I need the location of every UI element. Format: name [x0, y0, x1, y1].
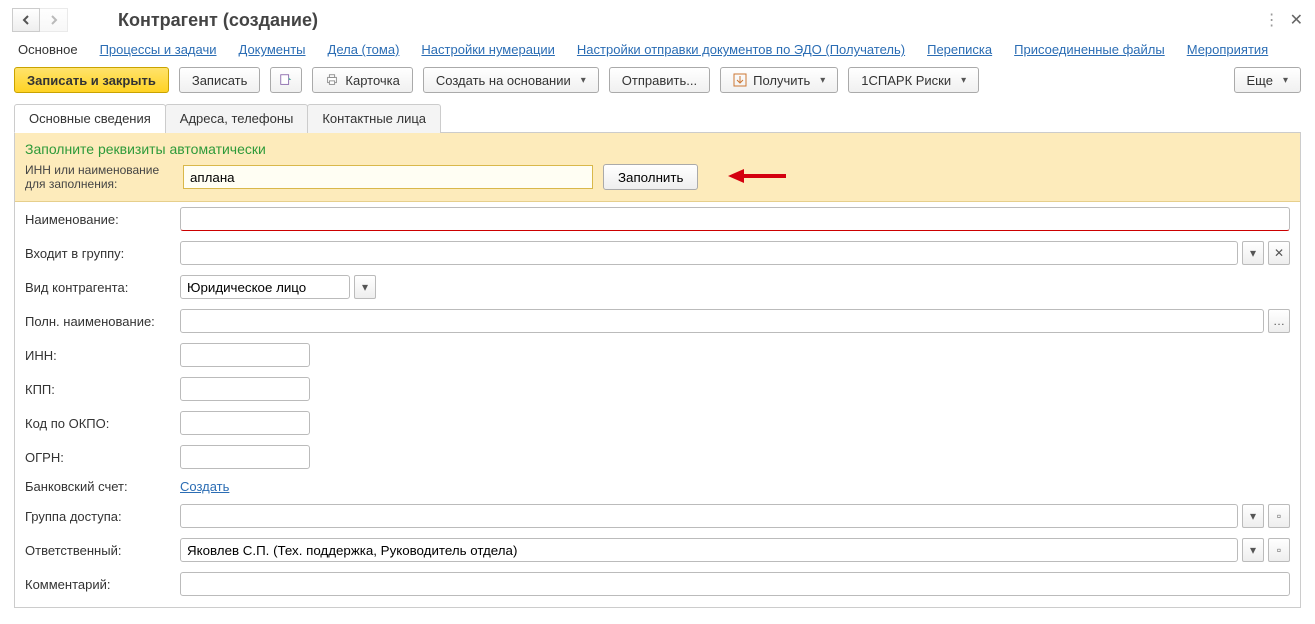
okpo-input[interactable]: [180, 411, 310, 435]
group-dropdown-button[interactable]: ▾: [1242, 241, 1264, 265]
autofill-title: Заполните реквизиты автоматически: [25, 141, 1290, 157]
nav-link-cases[interactable]: Дела (тома): [328, 42, 400, 57]
group-clear-button[interactable]: ✕: [1268, 241, 1290, 265]
toolbar: Записать и закрыть Записать Карточка Соз…: [0, 67, 1315, 103]
bank-create-link[interactable]: Создать: [180, 479, 229, 494]
nav-link-attachments[interactable]: Присоединенные файлы: [1014, 42, 1165, 57]
label-kpp: КПП:: [25, 382, 180, 397]
page-title: Контрагент (создание): [118, 10, 318, 31]
nav-link-events[interactable]: Мероприятия: [1187, 42, 1269, 57]
label-group: Входит в группу:: [25, 246, 180, 261]
fullname-input[interactable]: [180, 309, 1264, 333]
access-dropdown-button[interactable]: ▾: [1242, 504, 1264, 528]
tab-main[interactable]: Основные сведения: [14, 104, 166, 133]
card-button[interactable]: Карточка: [312, 67, 412, 93]
label-okpo: Код по ОКПО:: [25, 416, 180, 431]
label-type: Вид контрагента:: [25, 280, 180, 295]
nav-link-numbering[interactable]: Настройки нумерации: [421, 42, 555, 57]
nav-link-edo[interactable]: Настройки отправки документов по ЭДО (По…: [577, 42, 905, 57]
responsible-open-button[interactable]: ▫: [1268, 538, 1290, 562]
label-responsible: Ответственный:: [25, 543, 180, 558]
comment-input[interactable]: [180, 572, 1290, 596]
tab-content: Заполните реквизиты автоматически ИНН ил…: [14, 133, 1301, 608]
send-button[interactable]: Отправить...: [609, 67, 710, 93]
red-arrow-icon: [728, 167, 788, 188]
kpp-input[interactable]: [180, 377, 310, 401]
label-access: Группа доступа:: [25, 509, 180, 524]
label-name: Наименование:: [25, 212, 180, 227]
save-close-button[interactable]: Записать и закрыть: [14, 67, 169, 93]
spark-button[interactable]: 1СПАРК Риски▾: [848, 67, 979, 93]
label-bank: Банковский счет:: [25, 479, 180, 494]
back-button[interactable]: [12, 8, 40, 32]
create-based-button[interactable]: Создать на основании▾: [423, 67, 599, 93]
autofill-panel: Заполните реквизиты автоматически ИНН ил…: [15, 133, 1300, 202]
type-input[interactable]: [180, 275, 350, 299]
access-open-button[interactable]: ▫: [1268, 504, 1290, 528]
label-inn: ИНН:: [25, 348, 180, 363]
tabs: Основные сведения Адреса, телефоны Конта…: [14, 103, 1301, 133]
label-comment: Комментарий:: [25, 577, 180, 592]
close-icon[interactable]: ✕: [1290, 10, 1303, 30]
tab-addresses[interactable]: Адреса, телефоны: [165, 104, 309, 133]
name-input[interactable]: [180, 207, 1290, 231]
nav-link-documents[interactable]: Документы: [239, 42, 306, 57]
tab-contacts[interactable]: Контактные лица: [307, 104, 441, 133]
autofill-button[interactable]: Заполнить: [603, 164, 698, 190]
forward-button[interactable]: [40, 8, 68, 32]
access-input[interactable]: [180, 504, 1238, 528]
more-button[interactable]: Еще▾: [1234, 67, 1301, 93]
nav-current[interactable]: Основное: [18, 42, 78, 57]
label-ogrn: ОГРН:: [25, 450, 180, 465]
receive-button[interactable]: Получить▾: [720, 67, 838, 93]
printer-icon: [325, 73, 339, 87]
autofill-label: ИНН или наименование для заполнения:: [25, 163, 173, 191]
save-button[interactable]: Записать: [179, 67, 261, 93]
inn-input[interactable]: [180, 343, 310, 367]
autofill-input[interactable]: [183, 165, 593, 189]
nav-link-correspondence[interactable]: Переписка: [927, 42, 992, 57]
kebab-menu-icon[interactable]: ⋮: [1264, 10, 1280, 30]
receive-icon: [733, 73, 747, 87]
group-input[interactable]: [180, 241, 1238, 265]
responsible-input[interactable]: [180, 538, 1238, 562]
responsible-dropdown-button[interactable]: ▾: [1242, 538, 1264, 562]
type-dropdown-button[interactable]: ▾: [354, 275, 376, 299]
ogrn-input[interactable]: [180, 445, 310, 469]
label-fullname: Полн. наименование:: [25, 314, 180, 329]
attach-button[interactable]: [270, 67, 302, 93]
fullname-expand-button[interactable]: …: [1268, 309, 1290, 333]
section-nav: Основное Процессы и задачи Документы Дел…: [0, 38, 1315, 67]
nav-link-processes[interactable]: Процессы и задачи: [100, 42, 217, 57]
